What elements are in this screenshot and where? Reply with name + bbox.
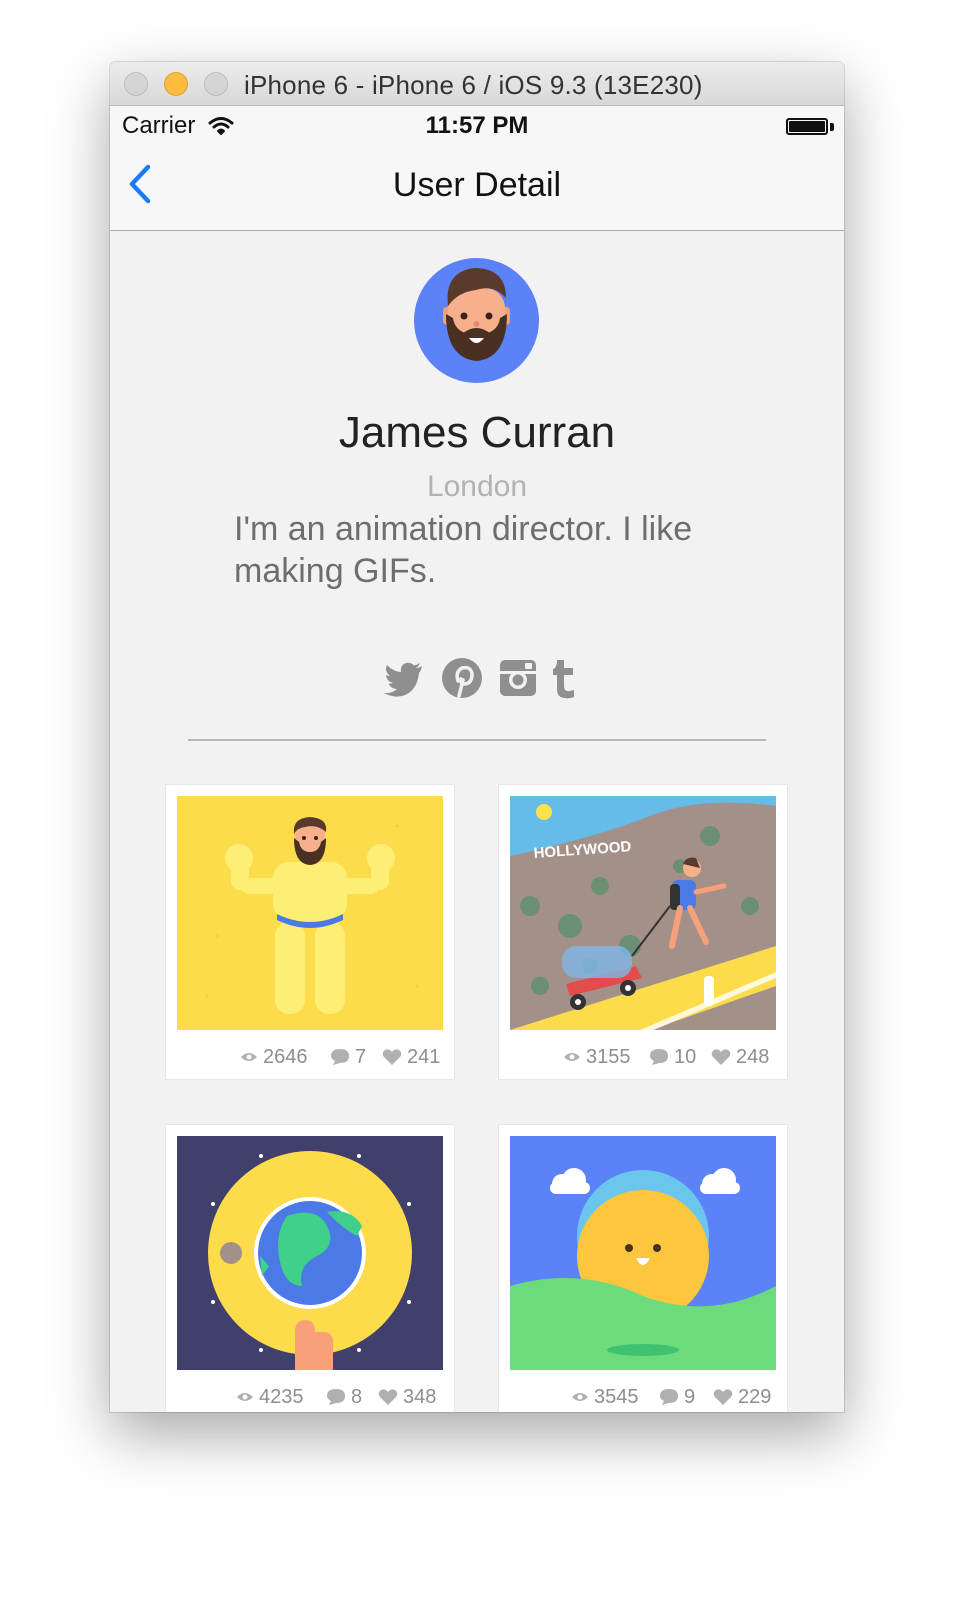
comments-count: 8 <box>351 1385 363 1408</box>
status-time: 11:57 PM <box>425 112 529 139</box>
battery-tip <box>830 123 834 131</box>
comments-count: 10 <box>674 1045 697 1068</box>
shot-stats: 4235 8 348 <box>166 1384 456 1410</box>
shot-card[interactable]: 3545 9 229 <box>498 1124 788 1412</box>
twitter-icon[interactable] <box>382 656 426 700</box>
comment-icon <box>331 1049 349 1065</box>
comments-stat: 10 <box>649 1044 696 1070</box>
views-count: 3155 <box>586 1045 631 1068</box>
user-detail-content: James Curran London I'm an animation dir… <box>110 232 844 1412</box>
heart-icon <box>713 1389 733 1405</box>
comments-stat: 9 <box>659 1384 695 1410</box>
comments-count: 9 <box>684 1385 696 1408</box>
shot-stats: 2646 7 241 <box>166 1044 456 1070</box>
heart-icon <box>711 1049 731 1065</box>
views-count: 2646 <box>263 1045 308 1068</box>
eye-icon <box>572 1393 588 1401</box>
user-location: London <box>426 470 528 503</box>
comments-count: 7 <box>355 1045 367 1068</box>
instagram-icon[interactable] <box>496 656 540 700</box>
window-titlebar: iPhone 6 - iPhone 6 / iOS 9.3 (13E230) <box>110 62 844 106</box>
shot-card[interactable]: HOLLYWOOD 3155 10 248 <box>498 784 788 1080</box>
avatar <box>414 258 539 383</box>
status-bar: Carrier 11:57 PM <box>110 106 844 146</box>
tumblr-icon[interactable] <box>544 656 588 700</box>
shot-thumbnail-earth-lens[interactable] <box>177 1136 443 1370</box>
navigation-bar: User Detail <box>110 146 844 231</box>
battery-icon <box>786 118 828 135</box>
comment-icon <box>327 1389 345 1405</box>
views-stat: 2646 <box>240 1044 308 1070</box>
likes-stat: 248 <box>711 1044 769 1070</box>
likes-stat: 348 <box>378 1384 436 1410</box>
close-window-button[interactable] <box>124 72 148 96</box>
views-stat: 3155 <box>563 1044 631 1070</box>
window-title: iPhone 6 - iPhone 6 / iOS 9.3 (13E230) <box>244 70 703 100</box>
shot-thumbnail-sun-hill[interactable] <box>510 1136 776 1370</box>
user-name: James Curran <box>338 408 616 457</box>
views-stat: 4235 <box>236 1384 304 1410</box>
shot-thumbnail-muscle-man[interactable] <box>177 796 443 1030</box>
profile-divider <box>188 739 766 741</box>
likes-count: 229 <box>738 1385 772 1408</box>
comments-stat: 7 <box>330 1044 366 1070</box>
eye-icon <box>241 1053 257 1061</box>
heart-icon <box>378 1389 398 1405</box>
simulator-window: iPhone 6 - iPhone 6 / iOS 9.3 (13E230) C… <box>110 62 844 1412</box>
views-stat: 3545 <box>571 1384 639 1410</box>
page-title: User Detail <box>392 166 562 204</box>
shot-card[interactable]: 2646 7 241 <box>165 784 455 1080</box>
comment-icon <box>660 1389 678 1405</box>
views-count: 4235 <box>259 1385 304 1408</box>
likes-count: 248 <box>736 1045 770 1068</box>
likes-count: 241 <box>407 1045 441 1068</box>
comments-stat: 8 <box>326 1384 362 1410</box>
shot-stats: 3545 9 229 <box>499 1384 789 1410</box>
eye-icon <box>237 1393 253 1401</box>
heart-icon <box>382 1049 402 1065</box>
zoom-window-button[interactable] <box>204 72 228 96</box>
comment-icon <box>650 1049 668 1065</box>
views-count: 3545 <box>594 1385 639 1408</box>
pinterest-icon[interactable] <box>440 656 484 700</box>
shot-stats: 3155 10 248 <box>499 1044 789 1070</box>
minimize-window-button[interactable] <box>164 72 188 96</box>
likes-stat: 229 <box>713 1384 771 1410</box>
likes-count: 348 <box>403 1385 437 1408</box>
shot-card[interactable]: 4235 8 348 <box>165 1124 455 1412</box>
eye-icon <box>564 1053 580 1061</box>
shot-thumbnail-hollywood-hike[interactable]: HOLLYWOOD <box>510 796 776 1030</box>
user-bio: I'm an animation director. I like making… <box>234 510 693 590</box>
likes-stat: 241 <box>382 1044 440 1070</box>
